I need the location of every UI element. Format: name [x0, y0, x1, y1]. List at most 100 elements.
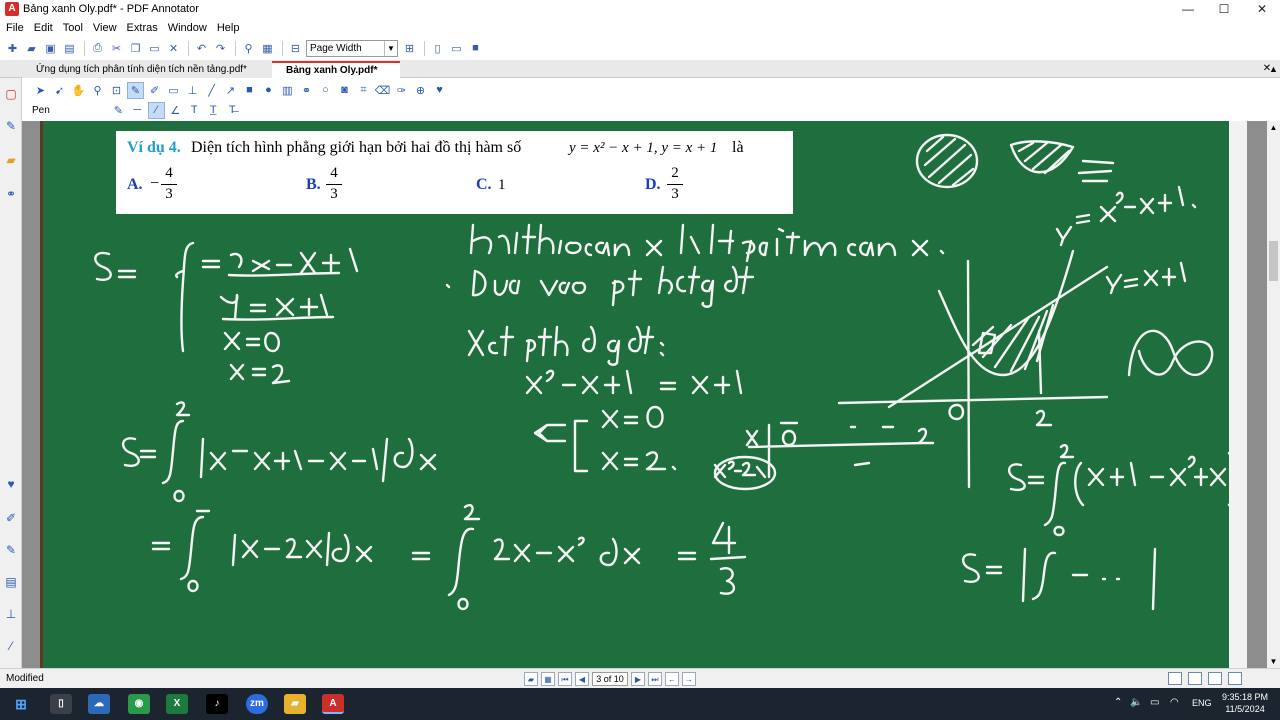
stamp-icon[interactable]: ⊥ [3, 606, 19, 622]
paste-icon[interactable]: ▭ [146, 40, 163, 57]
zoom-app-icon[interactable]: zm [246, 694, 268, 714]
menu-file[interactable]: File [6, 22, 24, 34]
favorites-heart-icon[interactable]: ♥ [431, 82, 448, 99]
chrome-icon[interactable]: ◉ [128, 694, 150, 714]
document-view[interactable]: Ví dụ 4. Diện tích hình phẳng giới hạn b… [22, 121, 1267, 668]
tray-chevron-icon[interactable]: ⌃ [1114, 697, 1122, 708]
volume-icon[interactable]: 🔈 [1130, 697, 1142, 708]
line-style-icon[interactable]: ─ [129, 102, 146, 119]
pointer-tool-icon[interactable]: ✑ [393, 82, 410, 99]
page-indicator[interactable]: 3 of 10 [592, 672, 628, 686]
last-page-icon[interactable]: ⏭ [648, 672, 662, 686]
open-folder-icon[interactable]: ▰ [23, 40, 40, 57]
previous-page-icon[interactable]: ◀ [575, 672, 589, 686]
favorite-heart-icon[interactable]: ♥ [3, 476, 19, 492]
straighten-icon[interactable]: ∠ [167, 102, 184, 119]
maximize-button[interactable]: ☐ [1206, 0, 1242, 18]
fullscreen-icon[interactable]: ■ [467, 40, 484, 57]
page-icon[interactable]: ▢ [3, 86, 19, 102]
eraser-tool-icon[interactable]: ⌫ [374, 82, 391, 99]
phone-app-icon[interactable]: ▯ [50, 694, 72, 714]
folder-nav-icon[interactable]: ▰ [524, 672, 538, 686]
zoom-mode-select[interactable]: Page Width ▼ [306, 39, 398, 57]
delete-icon[interactable]: ✕ [165, 40, 182, 57]
eyedropper-icon[interactable]: ⁄ [3, 638, 19, 654]
battery-icon[interactable]: ▭ [1150, 697, 1159, 708]
zoom-tool-icon[interactable]: ⚲ [89, 82, 106, 99]
clock[interactable]: 9:35:18 PM 11/5/2024 [1222, 691, 1268, 715]
cut-icon[interactable]: ✂ [108, 40, 125, 57]
vertical-scrollbar[interactable]: ▲ ▼ [1267, 121, 1280, 668]
ellipse-tool-icon[interactable]: ● [260, 82, 277, 99]
menu-help[interactable]: Help [217, 22, 240, 34]
minimize-button[interactable]: — [1170, 0, 1206, 18]
tab-document-2[interactable]: Bảng xanh Oly.pdf* [272, 61, 400, 78]
binoculars-icon[interactable]: ⚲ [240, 40, 257, 57]
next-page-icon[interactable]: ▶ [631, 672, 645, 686]
pencil-icon[interactable]: ✐ [3, 510, 19, 526]
pen-tool-icon[interactable]: ✎ [127, 81, 144, 99]
text-strike-icon[interactable]: T̶ [224, 102, 241, 119]
snapshot-icon[interactable]: ⊡ [108, 82, 125, 99]
save-icon[interactable]: ▣ [42, 40, 59, 57]
marker-icon[interactable]: ✎ [3, 542, 19, 558]
ruler-tool-icon[interactable]: ▥ [279, 82, 296, 99]
zoom-in-icon[interactable]: ⊞ [401, 40, 418, 57]
page-width-view-icon[interactable]: ▭ [448, 40, 465, 57]
new-icon[interactable]: ✚ [4, 40, 21, 57]
tab-document-1[interactable]: Ứng dụng tích phân tính diện tích nền tả… [22, 61, 272, 78]
scrollbar-thumb[interactable] [1269, 241, 1278, 281]
highlighter-icon[interactable]: ✐ [146, 82, 163, 99]
page-setup-icon[interactable]: ▦ [259, 40, 276, 57]
windows-start-icon[interactable]: ⊞ [10, 694, 32, 714]
text-underline-icon[interactable]: T̲ [205, 102, 222, 119]
scroll-down-arrow-icon[interactable]: ▼ [1267, 657, 1280, 666]
excel-icon[interactable]: X [166, 694, 188, 714]
folder-icon[interactable]: ▰ [3, 152, 19, 168]
menu-edit[interactable]: Edit [34, 22, 53, 34]
print-icon[interactable]: ⎙ [89, 40, 106, 57]
text-box-icon[interactable]: ▤ [3, 574, 19, 590]
scroll-up-arrow-icon[interactable]: ▲ [1267, 123, 1280, 132]
forward-icon[interactable]: → [682, 672, 696, 686]
camera-tool-icon[interactable]: ◙ [336, 82, 353, 99]
select-area-icon[interactable]: ⊕ [412, 82, 429, 99]
menu-tool[interactable]: Tool [63, 22, 83, 34]
attachment-icon[interactable]: ⚭ [3, 186, 19, 202]
language-indicator[interactable]: ENG [1192, 698, 1212, 708]
back-icon[interactable]: ← [665, 672, 679, 686]
link-tool-icon[interactable]: ⚭ [298, 82, 315, 99]
lasso-tool-icon[interactable]: ○ [317, 82, 334, 99]
first-page-icon[interactable]: ⏮ [558, 672, 572, 686]
stamp-tool-icon[interactable]: ⊥ [184, 82, 201, 99]
pen-icon[interactable]: ✎ [3, 118, 19, 134]
pdf-page-board[interactable]: Ví dụ 4. Diện tích hình phẳng giới hạn b… [40, 121, 1243, 668]
close-button[interactable]: ✕ [1244, 0, 1280, 18]
wifi-icon[interactable]: ◠ [1170, 697, 1179, 708]
facing-pages-icon[interactable] [1208, 672, 1222, 685]
save-as-icon[interactable]: ▤ [61, 40, 78, 57]
text-tool-icon[interactable]: T [186, 102, 203, 119]
rectangle-tool-icon[interactable]: ■ [241, 82, 258, 99]
tiktok-icon[interactable]: ♪ [206, 694, 228, 714]
menu-extras[interactable]: Extras [127, 22, 158, 34]
continuous-facing-icon[interactable] [1228, 672, 1242, 685]
menu-view[interactable]: View [93, 22, 117, 34]
pen-color-icon[interactable]: ✎ [110, 102, 127, 119]
single-page-icon[interactable] [1168, 672, 1182, 685]
arrow-tool-icon[interactable]: ↗ [222, 82, 239, 99]
scroll-up-button[interactable]: ▲ [1267, 60, 1280, 78]
textbox-tool-icon[interactable]: ▭ [165, 82, 182, 99]
undo-icon[interactable]: ↶ [193, 40, 210, 57]
pdf-annotator-taskbar-icon[interactable]: A [322, 694, 344, 714]
select-arrow-icon[interactable]: ➤ [32, 82, 49, 99]
menu-window[interactable]: Window [168, 22, 207, 34]
freehand-icon[interactable]: ⁄ [147, 101, 165, 119]
file-explorer-icon[interactable]: ▰ [284, 694, 306, 714]
copy-icon[interactable]: ❐ [127, 40, 144, 57]
crop-tool-icon[interactable]: ⌗ [355, 82, 372, 99]
redo-icon[interactable]: ↷ [212, 40, 229, 57]
cloud-app-icon[interactable]: ☁ [88, 694, 110, 714]
continuous-page-icon[interactable] [1188, 672, 1202, 685]
single-page-view-icon[interactable]: ▯ [429, 40, 446, 57]
